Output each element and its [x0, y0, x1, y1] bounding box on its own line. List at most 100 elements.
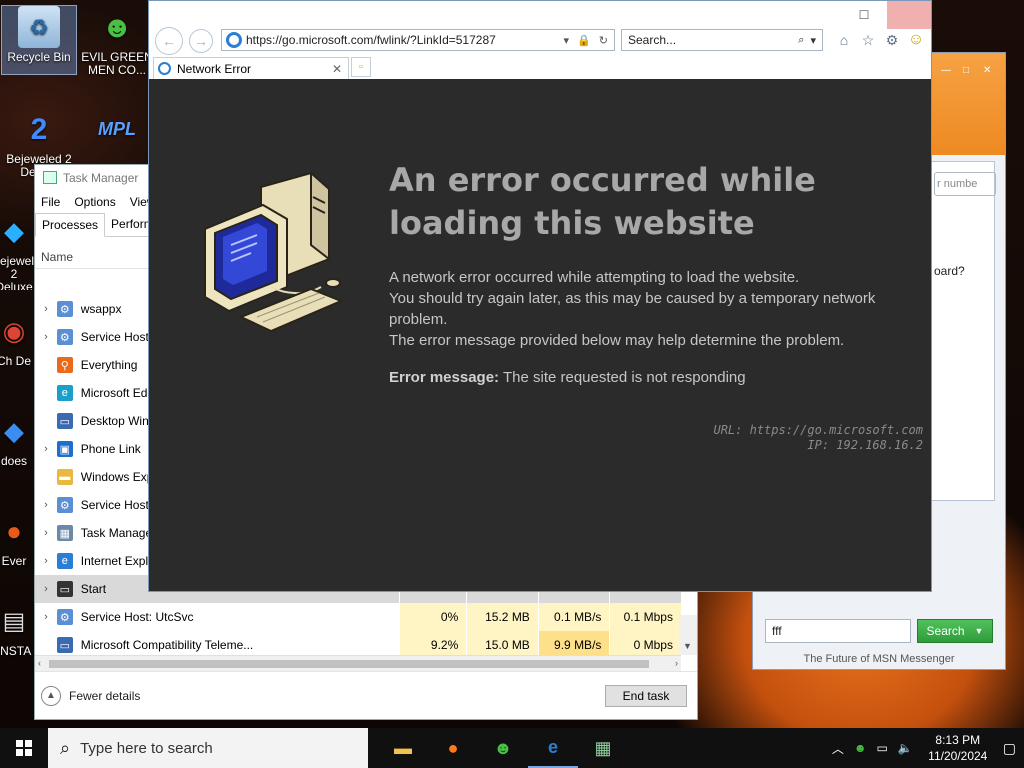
- desktop-icon-chrome[interactable]: ◉ Ch De: [0, 310, 36, 390]
- chevron-right-icon[interactable]: ›: [35, 555, 57, 567]
- desktop-icon-does[interactable]: ◆ does: [0, 410, 36, 476]
- scrollbar-thumb[interactable]: [49, 660, 649, 668]
- error-meta: URL: https://go.microsoft.com IP: 192.16…: [713, 423, 923, 453]
- msn-search-input[interactable]: fff: [765, 619, 911, 643]
- dropdown-icon[interactable]: ▾: [564, 34, 570, 47]
- mpl-icon: MPL: [98, 118, 136, 139]
- meta-url: https://go.microsoft.com: [749, 423, 923, 437]
- close-icon[interactable]: ✕: [983, 65, 991, 76]
- speaker-icon[interactable]: 🔈: [898, 741, 913, 755]
- folder-icon: ▬: [56, 469, 73, 485]
- favorites-star-icon[interactable]: ☆: [859, 31, 877, 49]
- feedback-smiley-icon[interactable]: ☺: [907, 31, 925, 49]
- magnifier-icon: ⚲: [56, 357, 73, 373]
- table-row[interactable]: › ⚙ Service Host: UtcSvc 0% 15.2 MB 0.1 MB/s 0…: [35, 603, 681, 631]
- taskbar-task-manager[interactable]: ▦: [578, 728, 628, 768]
- network-icon[interactable]: ▭: [876, 741, 887, 755]
- desktop-icon-recycle-bin[interactable]: ♻ Recycle Bin: [1, 5, 77, 75]
- window-icon: ▭: [56, 637, 73, 653]
- desktop-icon-evil-green-men[interactable]: ☻ EVIL GREEN MEN CO...: [80, 6, 154, 77]
- desktop-icon-install[interactable]: ▤ INSTA: [0, 600, 36, 666]
- chevron-right-icon[interactable]: ›: [35, 303, 57, 315]
- desktop-icon-label: Recycle Bin: [7, 50, 71, 64]
- msn-search-button[interactable]: Search ▼: [917, 619, 993, 643]
- search-icon[interactable]: ⌕: [798, 34, 804, 47]
- search-tools: ⌕ ▾: [798, 34, 822, 47]
- vertical-scrollbar[interactable]: ▼: [679, 615, 697, 655]
- taskbar-file-explorer[interactable]: ▬: [378, 728, 428, 768]
- chevron-right-icon[interactable]: ›: [35, 527, 57, 539]
- close-icon[interactable]: ✕: [332, 62, 342, 76]
- gear-icon: ⚙: [56, 301, 73, 317]
- messenger-icon: ☻: [493, 737, 513, 758]
- app-icon: ◆: [4, 415, 24, 446]
- end-task-button[interactable]: End task: [605, 684, 687, 707]
- meta-url-label: URL:: [713, 423, 743, 437]
- chevron-down-icon[interactable]: ▼: [683, 641, 692, 651]
- tab-network-error[interactable]: Network Error ✕: [153, 57, 349, 79]
- task-manager-icon: ▦: [56, 525, 73, 541]
- msn-question-text: oard?: [934, 264, 965, 278]
- desktop-icon-label: Ever: [1, 554, 27, 568]
- clock[interactable]: 8:13 PM 11/20/2024: [923, 732, 993, 764]
- taskbar-internet-explorer[interactable]: e: [528, 728, 578, 768]
- fewer-details-label: Fewer details: [69, 688, 141, 703]
- edge-icon: e: [56, 385, 73, 401]
- horizontal-scrollbar[interactable]: ‹ ›: [35, 655, 681, 671]
- taskbar-firefox[interactable]: ●: [428, 728, 478, 768]
- start-button[interactable]: [0, 728, 48, 768]
- desktop-icon-label: does: [0, 454, 28, 468]
- chevron-up-icon[interactable]: ︿: [832, 740, 844, 757]
- process-network: 0.1 Mbps: [609, 603, 681, 631]
- firefox-icon: ●: [447, 737, 459, 758]
- menu-options[interactable]: Options: [74, 195, 115, 209]
- back-button[interactable]: ←: [155, 27, 183, 55]
- maximize-button[interactable]: ☐: [843, 1, 885, 29]
- close-button[interactable]: [887, 1, 931, 29]
- ie-logo-icon: e: [547, 736, 558, 757]
- chevron-right-icon[interactable]: ›: [675, 658, 678, 668]
- process-disk: 0.1 MB/s: [537, 603, 610, 631]
- chevron-right-icon[interactable]: ›: [35, 443, 57, 455]
- desktop-icon-bejeweled-2[interactable]: ◆ Bejeweled 2 Deluxe: [0, 210, 36, 291]
- error-message: Error message: The site requested is not…: [389, 369, 929, 386]
- maximize-icon[interactable]: □: [963, 65, 969, 76]
- chevron-down-icon[interactable]: ▼: [975, 626, 984, 636]
- messenger-tray-icon[interactable]: ☻: [854, 741, 867, 755]
- chrome-icon: ◉: [2, 315, 26, 346]
- notifications-icon[interactable]: ▢: [1003, 740, 1016, 757]
- gear-icon[interactable]: ⚙: [883, 31, 901, 49]
- internet-explorer-window[interactable]: ← → https://go.microsoft.com/fwlink/?Lin…: [148, 0, 932, 592]
- desktop-icon-label: Ch De: [0, 354, 31, 368]
- ie-logo-icon: [158, 62, 171, 75]
- minimize-icon[interactable]: —: [941, 65, 951, 76]
- fewer-details-button[interactable]: ▲ Fewer details: [41, 685, 141, 706]
- error-line: You should try again later, as this may …: [389, 290, 876, 328]
- chevron-right-icon[interactable]: ›: [35, 499, 57, 511]
- chevron-right-icon[interactable]: ›: [35, 611, 57, 623]
- desktop-icon-mpl[interactable]: MPL: [80, 108, 154, 153]
- installer-icon: ▤: [2, 607, 26, 635]
- task-manager-icon: ▦: [594, 737, 612, 758]
- menu-file[interactable]: File: [41, 195, 60, 209]
- dropdown-icon[interactable]: ▾: [810, 34, 816, 47]
- new-tab-button[interactable]: ▫: [351, 57, 371, 77]
- refresh-icon[interactable]: ↻: [599, 34, 608, 47]
- address-url[interactable]: https://go.microsoft.com/fwlink/?LinkId=…: [246, 33, 496, 47]
- search-input[interactable]: Search... ⌕ ▾: [621, 29, 823, 51]
- chevron-right-icon[interactable]: ›: [35, 583, 57, 595]
- home-icon[interactable]: ⌂: [835, 31, 853, 49]
- window-title: Task Manager: [63, 171, 139, 185]
- meta-ip-row: IP: 192.168.16.2: [713, 438, 923, 453]
- tab-processes[interactable]: Processes: [35, 213, 106, 237]
- taskbar-search[interactable]: ⌕ Type here to search: [48, 728, 368, 768]
- number-field[interactable]: r numbe: [934, 172, 996, 196]
- taskbar-msn-messenger[interactable]: ☻: [478, 728, 528, 768]
- msn-search-label: Search: [926, 624, 965, 638]
- forward-button[interactable]: →: [189, 29, 213, 53]
- chevron-left-icon[interactable]: ‹: [38, 658, 41, 668]
- address-bar[interactable]: https://go.microsoft.com/fwlink/?LinkId=…: [221, 29, 615, 51]
- desktop-icon-everything[interactable]: ● Ever: [0, 510, 36, 576]
- lock-icon[interactable]: 🔒: [577, 34, 591, 47]
- chevron-right-icon[interactable]: ›: [35, 331, 57, 343]
